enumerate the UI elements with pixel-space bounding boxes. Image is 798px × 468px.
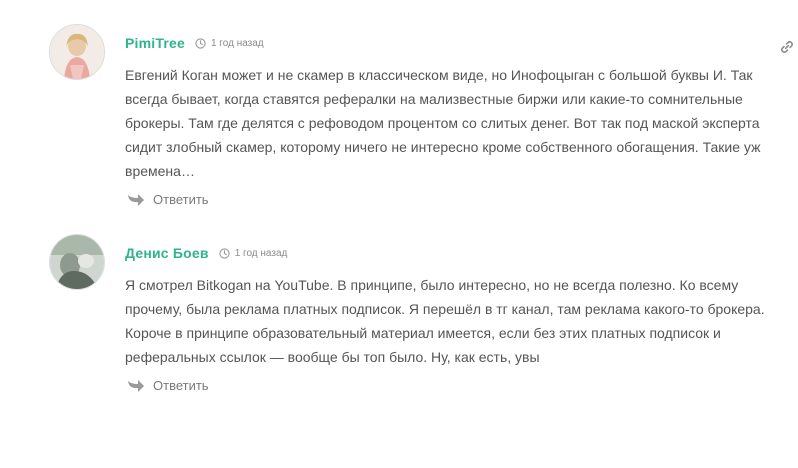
reply-arrow-icon (127, 379, 145, 393)
comment-meta: Денис Боев 1 год назад (125, 245, 287, 261)
avatar[interactable] (49, 234, 105, 290)
comment-meta: PimiTree 1 год назад (125, 35, 264, 51)
comment-date-link[interactable]: 1 год назад (195, 38, 264, 49)
clock-icon (195, 37, 206, 49)
comment-author[interactable]: Денис Боев (125, 245, 209, 261)
reply-button[interactable]: Ответить (127, 192, 209, 207)
link-icon[interactable] (780, 40, 794, 54)
comment-date: 1 год назад (210, 37, 264, 49)
avatar[interactable] (49, 24, 105, 80)
comment-date-link[interactable]: 1 год назад (219, 247, 288, 259)
reply-label: Ответить (153, 378, 209, 393)
reply-arrow-icon (127, 193, 145, 207)
reply-button[interactable]: Ответить (127, 378, 209, 393)
reply-label: Ответить (153, 192, 209, 207)
clock-icon (219, 247, 230, 259)
comment-text: Евгений Коган может и не скамер в класси… (125, 67, 761, 179)
comment-date: 1 год назад (234, 247, 288, 259)
comment-text: Я смотрел Bitkogan на YouTube. В принцип… (125, 277, 765, 365)
comment-author[interactable]: PimiTree (125, 35, 185, 51)
